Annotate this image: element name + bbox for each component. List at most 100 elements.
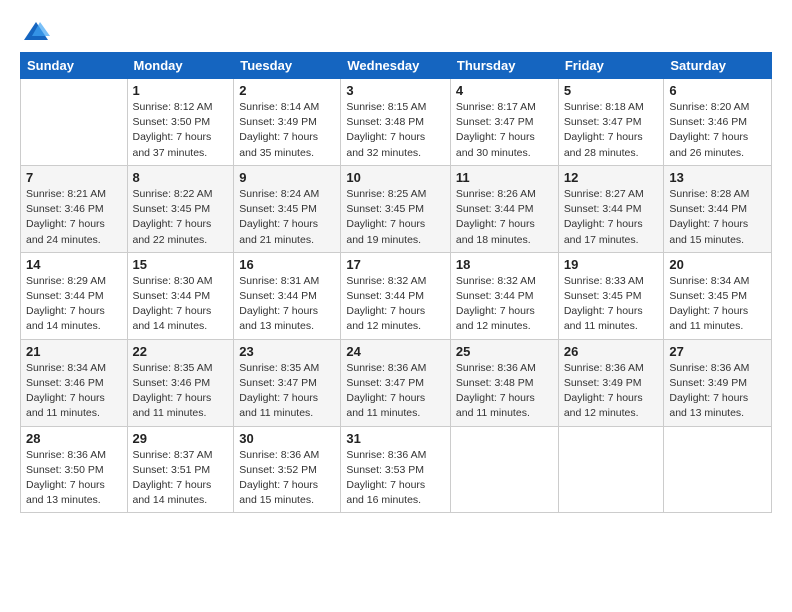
day-number: 5 (564, 83, 659, 98)
day-number: 22 (133, 344, 229, 359)
calendar-cell: 17 Sunrise: 8:32 AMSunset: 3:44 PMDayligh… (341, 252, 451, 339)
day-number: 12 (564, 170, 659, 185)
day-info: Sunrise: 8:26 AMSunset: 3:44 PMDaylight:… (456, 187, 553, 248)
day-number: 1 (133, 83, 229, 98)
day-number: 13 (669, 170, 766, 185)
day-number: 19 (564, 257, 659, 272)
day-number: 7 (26, 170, 122, 185)
day-info: Sunrise: 8:22 AMSunset: 3:45 PMDaylight:… (133, 187, 229, 248)
calendar-day-header: Monday (127, 53, 234, 79)
calendar-cell: 23 Sunrise: 8:35 AMSunset: 3:47 PMDayligh… (234, 339, 341, 426)
calendar-cell: 18 Sunrise: 8:32 AMSunset: 3:44 PMDayligh… (450, 252, 558, 339)
day-info: Sunrise: 8:32 AMSunset: 3:44 PMDaylight:… (346, 274, 445, 335)
calendar-week-row: 7 Sunrise: 8:21 AMSunset: 3:46 PMDaylight… (21, 165, 772, 252)
day-info: Sunrise: 8:25 AMSunset: 3:45 PMDaylight:… (346, 187, 445, 248)
calendar-cell: 15 Sunrise: 8:30 AMSunset: 3:44 PMDayligh… (127, 252, 234, 339)
calendar-day-header: Sunday (21, 53, 128, 79)
day-number: 9 (239, 170, 335, 185)
day-number: 8 (133, 170, 229, 185)
calendar-header-row: SundayMondayTuesdayWednesdayThursdayFrid… (21, 53, 772, 79)
calendar-cell: 6 Sunrise: 8:20 AMSunset: 3:46 PMDaylight… (664, 79, 772, 166)
calendar-day-header: Tuesday (234, 53, 341, 79)
calendar-cell: 13 Sunrise: 8:28 AMSunset: 3:44 PMDayligh… (664, 165, 772, 252)
day-number: 31 (346, 431, 445, 446)
day-info: Sunrise: 8:35 AMSunset: 3:47 PMDaylight:… (239, 361, 335, 422)
calendar-cell: 25Sunrise: 8:36 AMSunset: 3:48 PMDayligh… (450, 339, 558, 426)
calendar-week-row: 1 Sunrise: 8:12 AMSunset: 3:50 PMDaylight… (21, 79, 772, 166)
day-number: 4 (456, 83, 553, 98)
day-number: 3 (346, 83, 445, 98)
day-number: 11 (456, 170, 553, 185)
day-info: Sunrise: 8:14 AMSunset: 3:49 PMDaylight:… (239, 100, 335, 161)
day-number: 27 (669, 344, 766, 359)
day-info: Sunrise: 8:35 AMSunset: 3:46 PMDaylight:… (133, 361, 229, 422)
calendar-cell (21, 79, 128, 166)
calendar-cell: 19 Sunrise: 8:33 AMSunset: 3:45 PMDayligh… (558, 252, 664, 339)
day-number: 30 (239, 431, 335, 446)
day-info: Sunrise: 8:34 AMSunset: 3:46 PMDaylight:… (26, 361, 122, 422)
header (20, 18, 772, 42)
calendar-cell: 27 Sunrise: 8:36 AMSunset: 3:49 PMDayligh… (664, 339, 772, 426)
day-number: 14 (26, 257, 122, 272)
day-number: 21 (26, 344, 122, 359)
day-number: 15 (133, 257, 229, 272)
calendar-cell: 31Sunrise: 8:36 AMSunset: 3:53 PMDayligh… (341, 426, 451, 513)
day-info: Sunrise: 8:34 AMSunset: 3:45 PMDaylight:… (669, 274, 766, 335)
day-number: 18 (456, 257, 553, 272)
day-info: Sunrise: 8:27 AMSunset: 3:44 PMDaylight:… (564, 187, 659, 248)
calendar-table: SundayMondayTuesdayWednesdayThursdayFrid… (20, 52, 772, 513)
page: SundayMondayTuesdayWednesdayThursdayFrid… (0, 0, 792, 612)
day-number: 17 (346, 257, 445, 272)
day-info: Sunrise: 8:15 AMSunset: 3:48 PMDaylight:… (346, 100, 445, 161)
day-info: Sunrise: 8:29 AMSunset: 3:44 PMDaylight:… (26, 274, 122, 335)
day-info: Sunrise: 8:37 AMSunset: 3:51 PMDaylight:… (133, 448, 229, 509)
calendar-cell: 3 Sunrise: 8:15 AMSunset: 3:48 PMDaylight… (341, 79, 451, 166)
calendar-cell: 5 Sunrise: 8:18 AMSunset: 3:47 PMDaylight… (558, 79, 664, 166)
day-info: Sunrise: 8:17 AMSunset: 3:47 PMDaylight:… (456, 100, 553, 161)
calendar-cell: 16 Sunrise: 8:31 AMSunset: 3:44 PMDayligh… (234, 252, 341, 339)
day-info: Sunrise: 8:20 AMSunset: 3:46 PMDaylight:… (669, 100, 766, 161)
logo (20, 18, 50, 42)
calendar-cell: 1 Sunrise: 8:12 AMSunset: 3:50 PMDaylight… (127, 79, 234, 166)
day-info: Sunrise: 8:36 AMSunset: 3:52 PMDaylight:… (239, 448, 335, 509)
day-info: Sunrise: 8:32 AMSunset: 3:44 PMDaylight:… (456, 274, 553, 335)
calendar-cell: 22 Sunrise: 8:35 AMSunset: 3:46 PMDayligh… (127, 339, 234, 426)
calendar-cell: 8 Sunrise: 8:22 AMSunset: 3:45 PMDaylight… (127, 165, 234, 252)
calendar-day-header: Friday (558, 53, 664, 79)
calendar-cell (450, 426, 558, 513)
calendar-week-row: 14 Sunrise: 8:29 AMSunset: 3:44 PMDayligh… (21, 252, 772, 339)
calendar-day-header: Wednesday (341, 53, 451, 79)
day-info: Sunrise: 8:33 AMSunset: 3:45 PMDaylight:… (564, 274, 659, 335)
day-number: 28 (26, 431, 122, 446)
day-info: Sunrise: 8:28 AMSunset: 3:44 PMDaylight:… (669, 187, 766, 248)
calendar-cell: 2Sunrise: 8:14 AMSunset: 3:49 PMDaylight… (234, 79, 341, 166)
day-info: Sunrise: 8:31 AMSunset: 3:44 PMDaylight:… (239, 274, 335, 335)
day-info: Sunrise: 8:36 AMSunset: 3:49 PMDaylight:… (669, 361, 766, 422)
calendar-cell: 21 Sunrise: 8:34 AMSunset: 3:46 PMDayligh… (21, 339, 128, 426)
calendar-cell: 14 Sunrise: 8:29 AMSunset: 3:44 PMDayligh… (21, 252, 128, 339)
calendar-cell: 28 Sunrise: 8:36 AMSunset: 3:50 PMDayligh… (21, 426, 128, 513)
day-info: Sunrise: 8:36 AMSunset: 3:49 PMDaylight:… (564, 361, 659, 422)
calendar-cell: 20Sunrise: 8:34 AMSunset: 3:45 PMDayligh… (664, 252, 772, 339)
calendar-week-row: 21 Sunrise: 8:34 AMSunset: 3:46 PMDayligh… (21, 339, 772, 426)
calendar-cell: 4 Sunrise: 8:17 AMSunset: 3:47 PMDaylight… (450, 79, 558, 166)
calendar-cell: 30 Sunrise: 8:36 AMSunset: 3:52 PMDayligh… (234, 426, 341, 513)
logo-icon (22, 18, 50, 46)
day-info: Sunrise: 8:36 AMSunset: 3:50 PMDaylight:… (26, 448, 122, 509)
day-number: 23 (239, 344, 335, 359)
day-number: 6 (669, 83, 766, 98)
day-number: 29 (133, 431, 229, 446)
day-number: 10 (346, 170, 445, 185)
calendar-week-row: 28 Sunrise: 8:36 AMSunset: 3:50 PMDayligh… (21, 426, 772, 513)
day-info: Sunrise: 8:21 AMSunset: 3:46 PMDaylight:… (26, 187, 122, 248)
day-info: Sunrise: 8:12 AMSunset: 3:50 PMDaylight:… (133, 100, 229, 161)
calendar-cell: 12 Sunrise: 8:27 AMSunset: 3:44 PMDayligh… (558, 165, 664, 252)
day-info: Sunrise: 8:18 AMSunset: 3:47 PMDaylight:… (564, 100, 659, 161)
day-number: 25 (456, 344, 553, 359)
day-info: Sunrise: 8:30 AMSunset: 3:44 PMDaylight:… (133, 274, 229, 335)
calendar-cell: 11 Sunrise: 8:26 AMSunset: 3:44 PMDayligh… (450, 165, 558, 252)
calendar-cell (664, 426, 772, 513)
day-number: 24 (346, 344, 445, 359)
calendar-cell: 9Sunrise: 8:24 AMSunset: 3:45 PMDaylight… (234, 165, 341, 252)
day-number: 16 (239, 257, 335, 272)
